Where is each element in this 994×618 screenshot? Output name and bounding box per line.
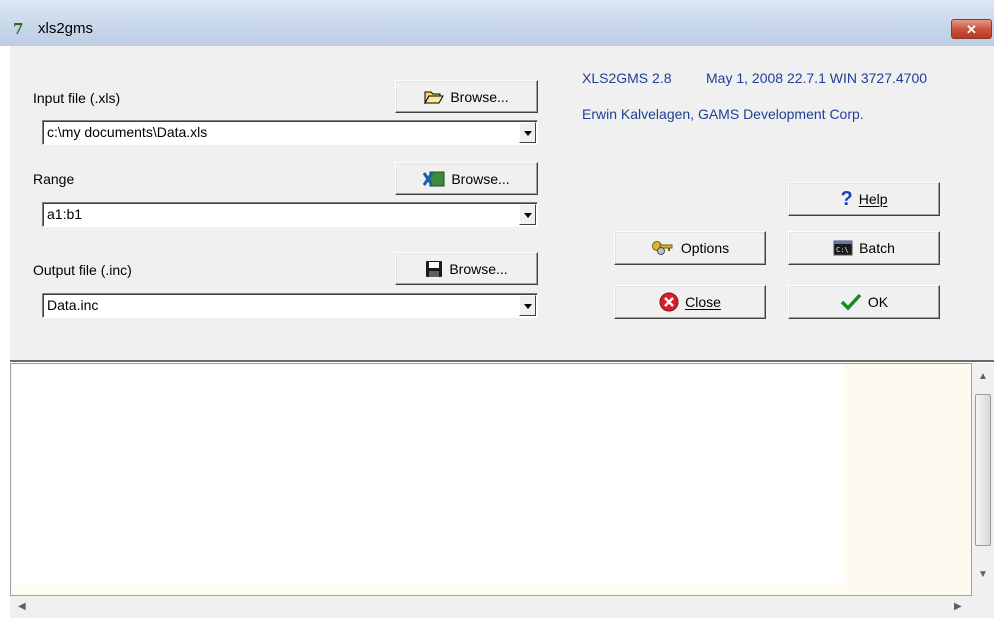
app-logo-icon: 7 [13, 20, 24, 38]
scroll-down-icon[interactable]: ▼ [978, 569, 988, 580]
output-file-combobox[interactable]: Data.inc [42, 293, 538, 318]
floppy-disk-icon [426, 260, 443, 277]
help-button-label: Help [858, 191, 888, 207]
output-file-dropdown-arrow[interactable] [519, 295, 536, 316]
help-button[interactable]: ? Help [788, 182, 940, 216]
options-button[interactable]: Options [614, 231, 766, 265]
open-folder-icon [424, 91, 445, 104]
console-icon: C:\ [833, 240, 853, 256]
scroll-left-icon[interactable]: ◀ [18, 601, 26, 612]
batch-button[interactable]: C:\ Batch [788, 231, 940, 265]
options-button-label: Options [680, 240, 730, 256]
ok-button[interactable]: OK [788, 285, 940, 319]
range-browse-button[interactable]: Browse... [395, 162, 538, 195]
range-dropdown-arrow[interactable] [519, 204, 536, 225]
build-date-text: May 1, 2008 22.7.1 WIN 3727.4700 [706, 70, 928, 86]
input-browse-button[interactable]: Browse... [395, 80, 538, 113]
range-value: a1:b1 [47, 206, 83, 222]
input-file-dropdown-arrow[interactable] [519, 122, 536, 143]
log-output-area[interactable] [10, 363, 972, 596]
input-file-value: c:\my documents\Data.xls [47, 124, 208, 140]
output-file-label: Output file (.inc) [33, 262, 132, 278]
scroll-right-icon[interactable]: ▶ [954, 601, 962, 612]
checkmark-icon [840, 293, 862, 311]
excel-icon [423, 171, 445, 186]
ok-button-label: OK [867, 294, 889, 310]
title-bar: 7 xls2gms ✕ [0, 0, 994, 46]
keys-icon [651, 241, 673, 255]
range-label: Range [33, 171, 75, 187]
input-file-label: Input file (.xls) [33, 90, 121, 106]
red-x-circle-icon [659, 292, 679, 312]
vertical-scroll-thumb[interactable] [975, 394, 991, 546]
window-title: xls2gms [38, 20, 94, 37]
range-combobox[interactable]: a1:b1 [42, 202, 538, 227]
input-file-combobox[interactable]: c:\my documents\Data.xls [42, 120, 538, 145]
range-browse-label: Browse... [451, 170, 510, 187]
output-browse-label: Browse... [449, 260, 508, 277]
log-output-content [12, 365, 844, 585]
version-text: XLS2GMS 2.8 [582, 70, 672, 86]
svg-text:C:\: C:\ [836, 246, 849, 254]
scroll-up-icon[interactable]: ▲ [978, 371, 988, 382]
input-browse-label: Browse... [450, 88, 509, 105]
window-close-button[interactable]: ✕ [951, 19, 992, 39]
output-file-value: Data.inc [47, 297, 99, 313]
output-browse-button[interactable]: Browse... [395, 252, 538, 285]
close-button[interactable]: Close [614, 285, 766, 319]
horizontal-scrollbar[interactable]: ◀ ▶ [10, 596, 994, 618]
close-button-label: Close [685, 294, 721, 310]
batch-button-label: Batch [859, 240, 895, 256]
question-icon: ? [840, 187, 853, 210]
vertical-scrollbar[interactable]: ▲ ▼ [972, 363, 994, 596]
author-text: Erwin Kalvelagen, GAMS Development Corp. [582, 106, 864, 122]
